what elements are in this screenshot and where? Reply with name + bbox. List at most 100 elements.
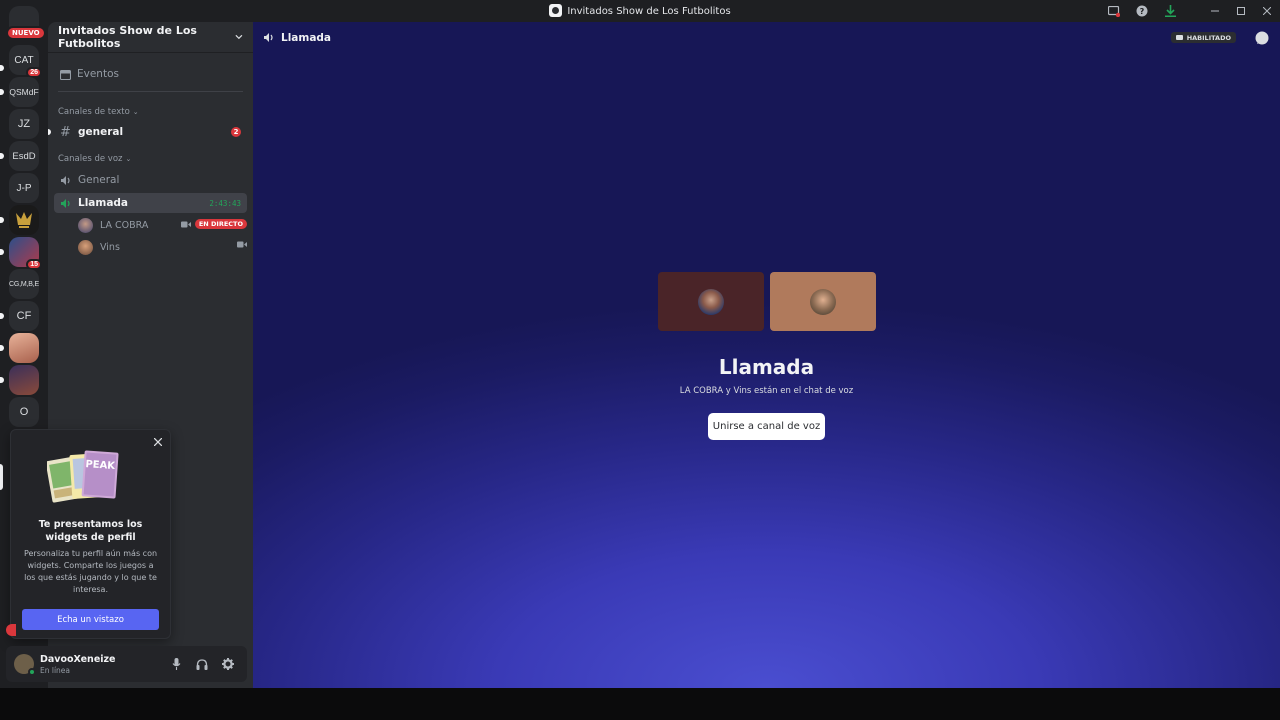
selected-server-pill (0, 464, 3, 490)
microphone-icon[interactable] (163, 655, 189, 673)
server-qsmdf[interactable]: QSMdF (9, 77, 39, 107)
events-item[interactable]: Eventos (56, 63, 247, 85)
popup-body: Personaliza tu perfil aún más con widget… (23, 549, 158, 594)
server-label: QSMdF (9, 87, 39, 97)
category-voice-channels[interactable]: Canales de voz ⌄ (58, 152, 253, 166)
chat-bubble-icon[interactable] (1255, 30, 1269, 49)
online-status-dot (28, 668, 36, 676)
notification-dot (6, 624, 16, 636)
speaker-icon (60, 198, 74, 209)
avatar (78, 239, 93, 255)
speaker-icon (60, 175, 74, 186)
widgets-illustration: PEAK (45, 450, 127, 506)
unread-pip (0, 89, 4, 95)
server-label: J-P (16, 182, 32, 194)
server-esdd[interactable]: EsdD (9, 141, 39, 171)
video-icon (180, 221, 191, 227)
maximize-button[interactable] (1228, 0, 1254, 22)
minimize-button[interactable] (1202, 0, 1228, 22)
gear-icon[interactable] (215, 655, 241, 673)
inbox-icon[interactable] (1100, 0, 1128, 22)
category-label: Canales de voz (58, 154, 123, 164)
server-label: CG,M,B,E (9, 280, 39, 288)
download-icon[interactable] (1156, 0, 1184, 22)
server-label: JZ (17, 118, 31, 130)
close-icon[interactable] (152, 436, 164, 448)
server-label: O (19, 406, 29, 418)
chevron-down-icon (235, 34, 243, 40)
close-window-button[interactable] (1254, 0, 1280, 22)
svg-text:PEAK: PEAK (85, 459, 117, 472)
titlebar-icons: ? (1100, 0, 1280, 22)
server-cf[interactable]: CF (9, 301, 39, 331)
user-panel: DavooXeneize En línea (6, 646, 247, 682)
bottom-strip (0, 688, 1280, 720)
hash-icon: # (60, 124, 71, 140)
unread-pip (0, 377, 4, 383)
avatar (698, 288, 724, 315)
guild-name: Invitados Show de Los Futbolitos (58, 24, 197, 50)
participant-tiles (658, 272, 882, 331)
discord-window: Invitados Show de Los Futbolitos ? NUEVO… (0, 0, 1280, 688)
server-image[interactable]: 15 (9, 237, 42, 270)
server-cat[interactable]: CAT 26 (9, 45, 42, 78)
events-label: Eventos (77, 68, 119, 80)
voice-user-name: Vins (100, 241, 120, 253)
echa-un-vistazo-button[interactable]: Echa un vistazo (22, 609, 159, 630)
user-avatar[interactable] (14, 654, 36, 676)
header-channel-name: Llamada (281, 31, 332, 44)
server-jz[interactable]: JZ (9, 109, 39, 139)
unread-pip (0, 345, 4, 351)
voice-user-vins[interactable]: Vins (72, 236, 247, 258)
habilitado-badge[interactable]: HABILITADO (1170, 32, 1236, 43)
username: DavooXeneize (40, 653, 116, 665)
mention-badge: 2 (231, 127, 241, 137)
video-icon (237, 241, 247, 248)
calendar-icon (60, 69, 71, 80)
title-bar: Invitados Show de Los Futbolitos ? (0, 0, 1280, 22)
widgets-promo-popup: PEAK Te presentamos los widgets de perfi… (10, 429, 171, 639)
category-text-channels[interactable]: Canales de texto ⌄ (58, 105, 253, 119)
avatar (810, 288, 836, 315)
screen-icon (1175, 34, 1183, 40)
channel-llamada-voice[interactable]: Llamada 2:43:43 (54, 193, 247, 213)
server-label: CF (16, 310, 32, 322)
server-o[interactable]: O (9, 397, 39, 427)
participant-tile-la-cobra[interactable] (658, 272, 764, 331)
gold-crest-icon (16, 212, 32, 228)
channel-name: general (78, 126, 124, 138)
channel-general-voice[interactable]: General (54, 170, 247, 190)
server-photo[interactable] (9, 365, 39, 395)
channel-header: Llamada (253, 22, 1280, 53)
user-names[interactable]: DavooXeneize En línea (40, 654, 116, 675)
avatar (78, 217, 93, 233)
chevron-down-icon: ⌄ (125, 155, 132, 163)
channel-name: Llamada (78, 197, 129, 209)
help-icon[interactable]: ? (1128, 0, 1156, 22)
unread-pip (0, 313, 4, 319)
guild-header[interactable]: Invitados Show de Los Futbolitos (48, 22, 253, 53)
voice-user-la-cobra[interactable]: LA COBRA EN DIRECTO (72, 214, 247, 236)
server-icon (549, 4, 563, 17)
server-gold-logo[interactable] (9, 205, 39, 235)
server-face[interactable] (9, 333, 39, 363)
headphones-icon[interactable] (189, 655, 215, 673)
channel-general-text[interactable]: # general 2 (48, 122, 247, 142)
join-voice-button[interactable]: Unirse a canal de voz (708, 413, 825, 440)
participant-tile-vins[interactable] (770, 272, 876, 331)
user-status: En línea (40, 665, 71, 675)
unread-pip (0, 249, 4, 255)
speaker-icon (263, 32, 275, 43)
live-badge: EN DIRECTO (194, 219, 247, 229)
server-label: EsdD (12, 150, 36, 162)
unread-pip (0, 65, 4, 71)
voice-channel-view: Llamada HABILITADO Llamada LA COBRA y Vi… (253, 22, 1280, 688)
server-label: CAT (14, 54, 34, 66)
channel-name: General (78, 174, 120, 186)
category-label: Canales de texto (58, 107, 130, 117)
unread-pip (0, 153, 4, 159)
chevron-down-icon: ⌄ (132, 108, 139, 116)
server-cgmbe[interactable]: CG,M,B,E (9, 269, 39, 299)
window-title: Invitados Show de Los Futbolitos (0, 4, 1280, 17)
server-jp[interactable]: J-P (9, 173, 39, 203)
